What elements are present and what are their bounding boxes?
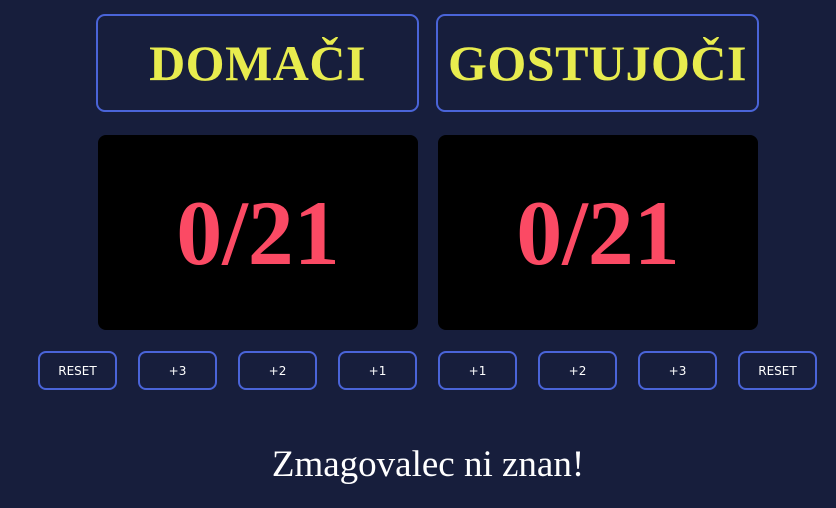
- home-team-label: DOMAČI: [96, 14, 419, 112]
- home-score-display: 0/21: [98, 135, 418, 330]
- guest-plus1-button[interactable]: +1: [438, 351, 517, 390]
- guest-plus3-button[interactable]: +3: [638, 351, 717, 390]
- scoreboard-app: DOMAČI GOSTUJOČI 0/21 0/21 RESET +3 +2 +…: [0, 0, 836, 508]
- home-plus2-button[interactable]: +2: [238, 351, 317, 390]
- guest-team-label: GOSTUJOČI: [436, 14, 759, 112]
- guest-plus2-button[interactable]: +2: [538, 351, 617, 390]
- winner-status: Zmagovalec ni znan!: [271, 444, 585, 485]
- guest-reset-button[interactable]: RESET: [738, 351, 817, 390]
- home-plus3-button[interactable]: +3: [138, 351, 217, 390]
- home-plus1-button[interactable]: +1: [338, 351, 417, 390]
- guest-score-display: 0/21: [438, 135, 758, 330]
- home-reset-button[interactable]: RESET: [38, 351, 117, 390]
